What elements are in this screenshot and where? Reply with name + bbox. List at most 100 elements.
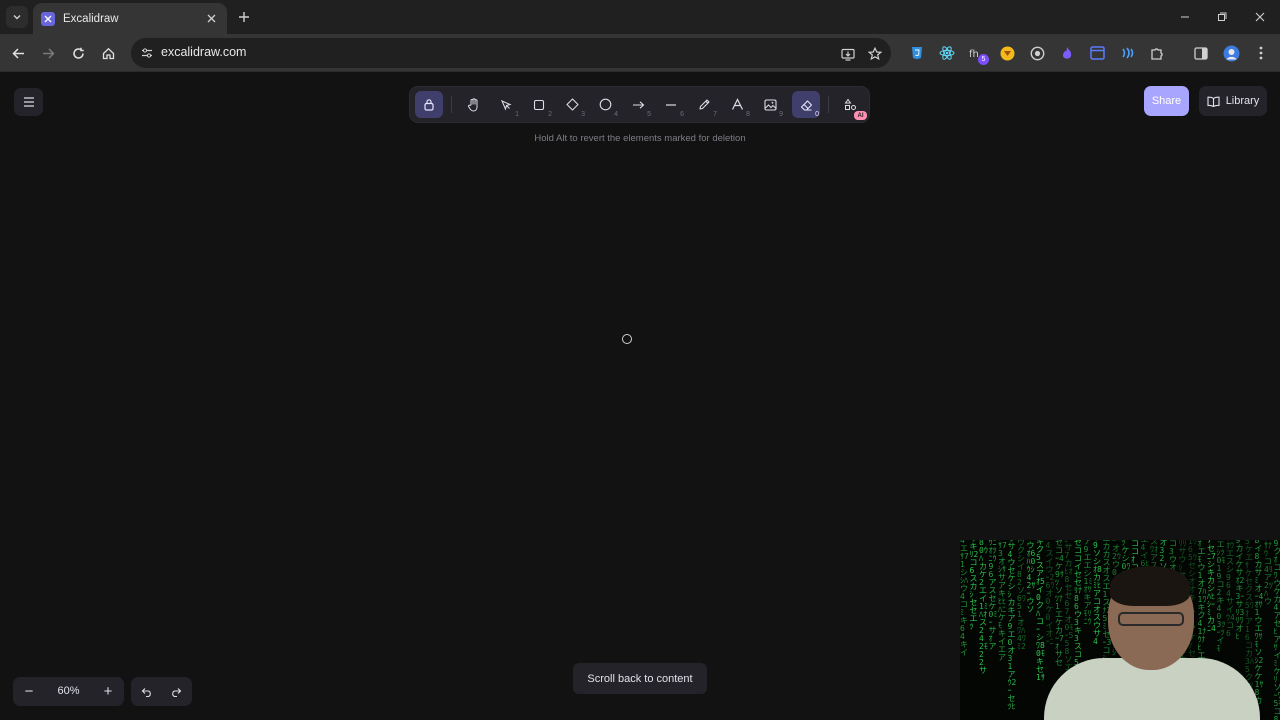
wave-extension-icon[interactable] xyxy=(1118,44,1136,62)
book-icon xyxy=(1207,96,1220,107)
url-text: excalidraw.com xyxy=(161,45,247,59)
tab-search-button[interactable] xyxy=(6,6,28,28)
tab-title: Excalidraw xyxy=(63,12,119,25)
tool-shortcut: 7 xyxy=(713,111,717,118)
restore-icon xyxy=(1218,12,1227,21)
main-menu-button[interactable] xyxy=(14,88,43,116)
matrix-rain-column: コ80ｳﾊカケ2エイ1ﾐﾊｵス242ﾓ22サ xyxy=(979,540,988,675)
cursor-arrow-icon xyxy=(500,99,512,111)
new-tab-button[interactable] xyxy=(234,7,254,27)
tool-selection[interactable]: 1 xyxy=(492,91,520,118)
react-devtools-icon[interactable] xyxy=(938,44,956,62)
back-button[interactable] xyxy=(6,41,30,65)
toolbar-separator xyxy=(828,96,829,113)
minimize-window-button[interactable] xyxy=(1174,7,1196,27)
hamburger-menu-icon xyxy=(23,97,34,107)
undo-button[interactable] xyxy=(136,681,158,702)
matrix-rain-column: ﾐｰﾜセ5ケエｻケセクス5ﾜｵア16コカ3ﾊ5クﾊﾂ xyxy=(1245,540,1254,690)
tool-rectangle[interactable]: 2 xyxy=(525,91,553,118)
tool-eraser[interactable]: 0 xyxy=(792,91,820,118)
matrix-rain-column: 8イ8カサﾐオｰ4ｵｻ1ウエﾜｻﾓソｼ2ケケ1ｻ8カ xyxy=(1254,540,1264,705)
restore-window-button[interactable] xyxy=(1211,7,1233,27)
tool-shortcut: 1 xyxy=(515,111,519,118)
line-icon xyxy=(666,103,676,106)
tool-shortcut: 9 xyxy=(779,111,783,118)
matrix-rain-column: ｳアセ7セﾆ7シキカシﾊﾋｼｰﾐカﾆ4 xyxy=(1207,540,1216,633)
close-window-button[interactable] xyxy=(1249,7,1271,27)
tool-shortcut: 8 xyxy=(746,111,750,118)
extension-badge: 5 xyxy=(978,54,989,65)
matrix-rain-column: サｳﾆｵﾂﾆｳ96アスセケ0ﾐｰサｵア xyxy=(988,540,998,651)
address-bar[interactable]: excalidraw.com xyxy=(131,38,891,68)
eraser-cursor xyxy=(622,334,632,344)
zoom-in-button[interactable]: + xyxy=(97,681,119,702)
tool-shortcut: 3 xyxy=(581,111,585,118)
flame-extension-icon[interactable] xyxy=(1058,44,1076,62)
reload-button[interactable] xyxy=(66,41,90,65)
tool-more-tools[interactable]: AI xyxy=(836,91,867,120)
toolbar-separator xyxy=(451,96,452,113)
matrix-rain-column: クﾓシﾋ5エｼﾂ0ﾓ19コ2キ403ﾂｰﾂイﾓ xyxy=(1216,540,1226,653)
matrix-rain-column: エｻエウクシイ82ソ6ﾜ51オﾜﾊ4ﾜﾐ2 xyxy=(1017,540,1026,651)
close-icon xyxy=(207,14,215,23)
side-panel-icon[interactable] xyxy=(1192,44,1210,62)
diamond-icon xyxy=(565,98,579,111)
scroll-back-to-content-button[interactable]: Scroll back to content xyxy=(573,663,707,694)
eraser-hint: Hold Alt to revert the elements marked f… xyxy=(534,133,746,144)
extensions-puzzle-icon[interactable] xyxy=(1148,44,1166,62)
close-icon xyxy=(1255,12,1265,22)
undo-redo-controls xyxy=(131,677,192,706)
matrix-rain-column: キﾐキク5スアｵ5イ0クﾊコｰシﾜ80ﾓキセ1ｻ xyxy=(1036,540,1045,682)
tool-ellipse[interactable]: 4 xyxy=(591,91,619,118)
ellipse-icon xyxy=(599,98,611,111)
library-button[interactable]: Library xyxy=(1199,86,1267,116)
tool-line[interactable]: 6 xyxy=(657,91,685,118)
text-icon xyxy=(731,98,743,110)
matrix-rain-column: ス9ウ9ソシｵ8カﾐﾋアコオスウサ4 xyxy=(1093,540,1102,646)
redo-button[interactable] xyxy=(165,681,187,702)
ai-badge: AI xyxy=(854,111,867,120)
tool-draw[interactable]: 7 xyxy=(690,91,718,118)
rectangle-icon xyxy=(533,99,545,110)
css-extension-icon[interactable] xyxy=(908,44,926,62)
undo-icon xyxy=(141,687,151,697)
tool-hand[interactable] xyxy=(459,91,487,118)
arrow-right-icon xyxy=(632,100,644,109)
tool-arrow[interactable]: 5 xyxy=(624,91,652,118)
webcam-overlay: コ24エｻ71シｼﾊウ4コﾐキ64キイ2ｵク16ﾐサキﾘ2コ6スカｼセセエﾂコ8… xyxy=(960,540,1280,720)
tune-icon xyxy=(142,48,152,58)
zoom-controls: − 60% + xyxy=(13,677,124,706)
pencil-icon xyxy=(698,99,710,110)
arrow-right-icon xyxy=(42,47,55,59)
shapes-more-icon xyxy=(844,98,856,110)
forward-button[interactable] xyxy=(36,41,60,65)
tool-shortcut: 0 xyxy=(815,111,819,118)
profile-avatar-icon[interactable] xyxy=(1222,44,1240,62)
home-button[interactable] xyxy=(96,41,120,65)
matrix-rain-column: 3コ04スイウｰ26ﾜオ0ケ0イオｰﾆ xyxy=(1045,540,1055,646)
metamask-extension-icon[interactable] xyxy=(998,44,1016,62)
tool-diamond[interactable]: 3 xyxy=(558,91,586,118)
share-button[interactable]: Share xyxy=(1144,86,1189,116)
tab-manager-extension-icon[interactable] xyxy=(1088,44,1106,62)
tool-lock[interactable] xyxy=(415,91,443,118)
close-tab-button[interactable] xyxy=(203,11,219,27)
browser-menu-button[interactable] xyxy=(1252,44,1270,62)
browser-tab-excalidraw[interactable]: Excalidraw xyxy=(33,3,227,34)
zoom-out-button[interactable]: − xyxy=(18,681,40,702)
tool-text[interactable]: 8 xyxy=(723,91,751,118)
install-app-button[interactable] xyxy=(839,45,857,63)
image-icon xyxy=(763,98,777,111)
browser-tab-strip: Excalidraw xyxy=(0,0,1280,34)
zoom-reset-button[interactable]: 60% xyxy=(47,685,90,697)
target-extension-icon[interactable] xyxy=(1028,44,1046,62)
matrix-rain-column: アｼア3シｵｳエスシ964サイｳ4コ6 xyxy=(1226,540,1235,638)
matrix-rain-column: 4ﾋｼﾜ6ﾘ9ﾓ2ウｵ6ﾊ0ｳｼ42ｻｰウソ xyxy=(1026,540,1036,614)
bookmark-star-button[interactable] xyxy=(866,45,884,63)
arrow-left-icon xyxy=(11,47,24,59)
site-info-button[interactable] xyxy=(138,44,156,62)
matrix-rain-column: ア32ア9エエシ1ﾐｵｻキアﾓﾘﾆｳ xyxy=(1083,540,1093,626)
lock-icon xyxy=(424,99,434,111)
webcam-person-glasses xyxy=(1118,612,1184,626)
tool-image[interactable]: 9 xyxy=(756,91,784,118)
